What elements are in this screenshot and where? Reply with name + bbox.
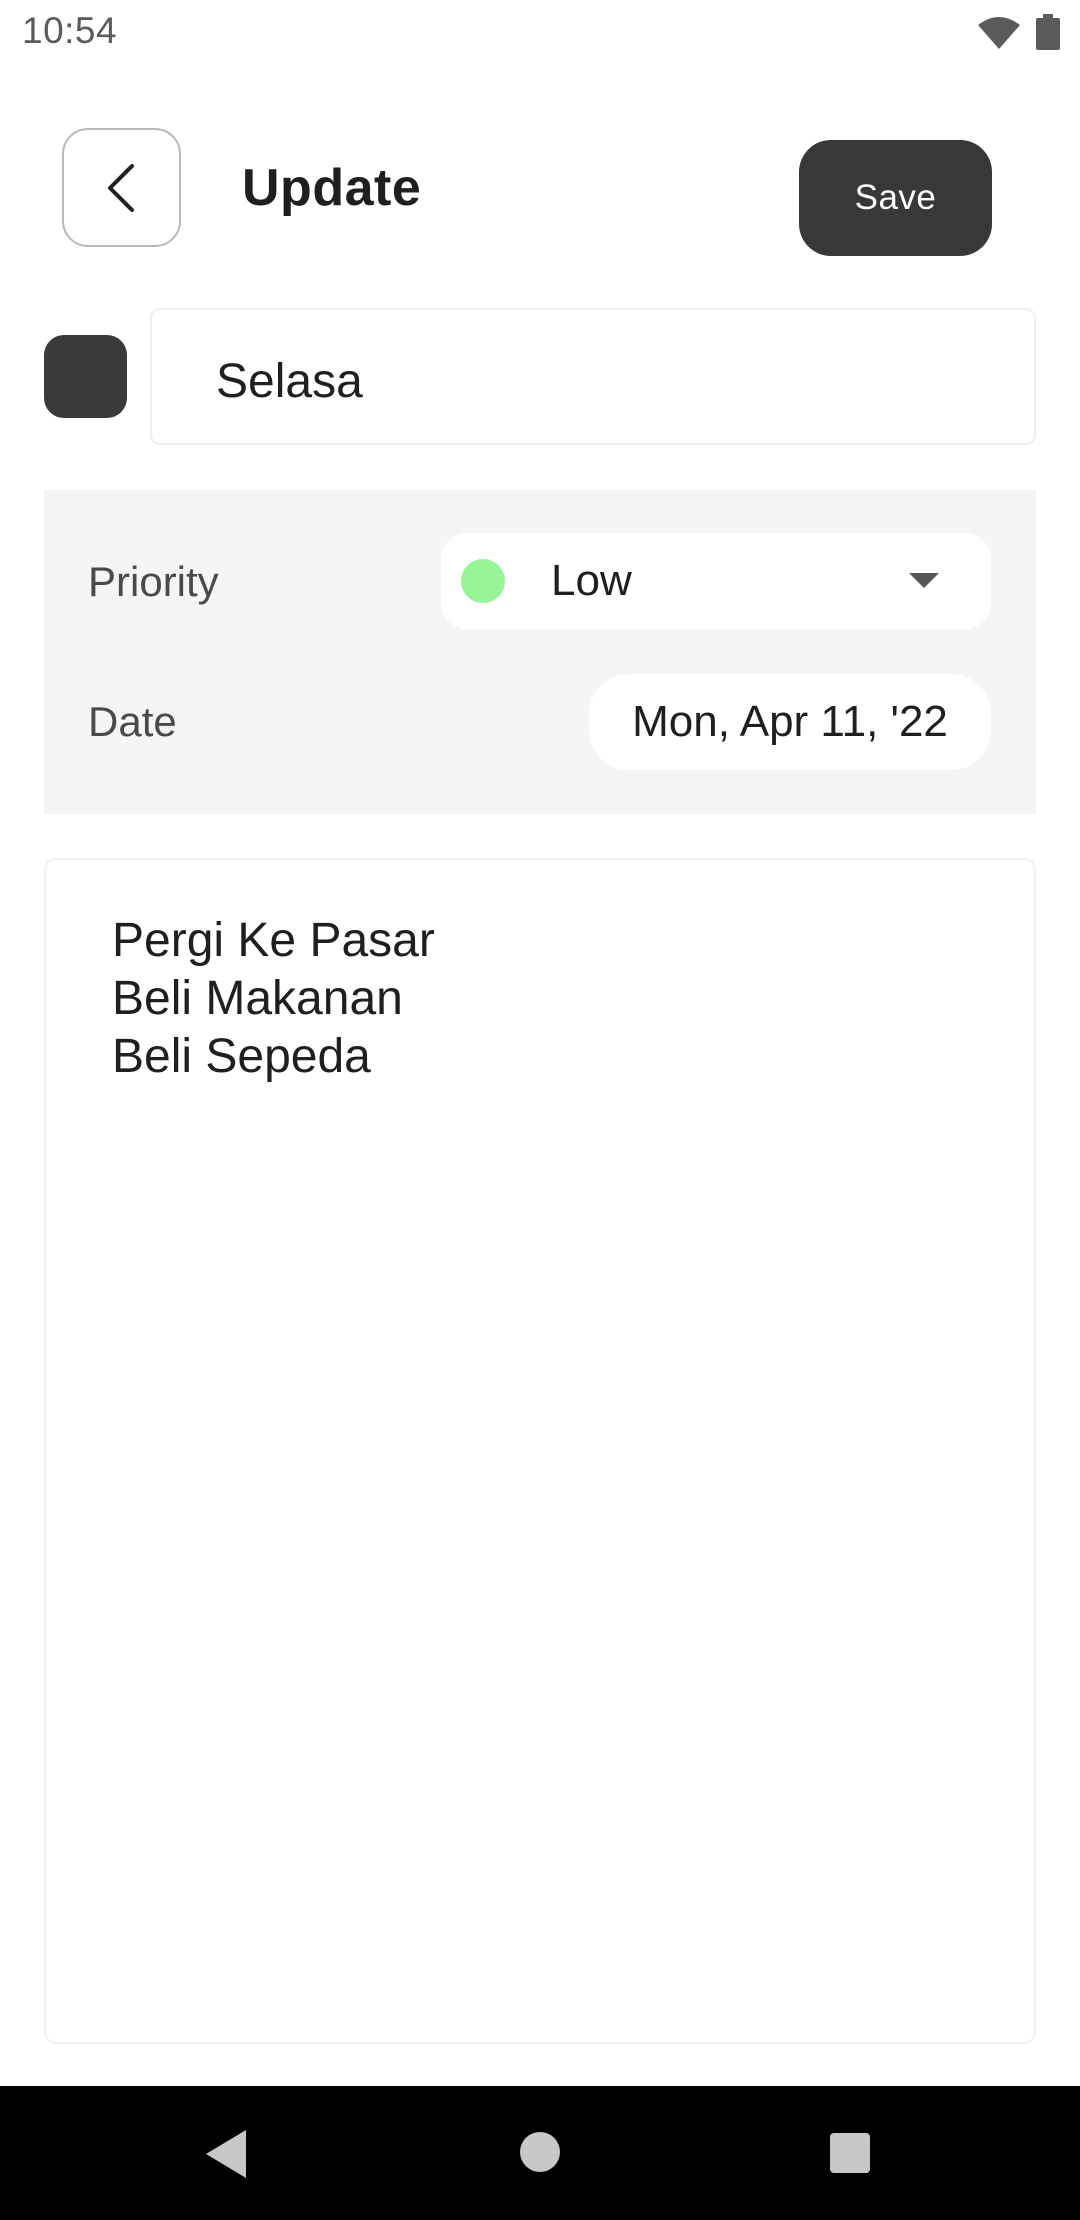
date-value: Mon, Apr 11, '22 xyxy=(632,697,948,746)
note-color-picker[interactable] xyxy=(44,335,127,418)
priority-value: Low xyxy=(551,556,632,605)
nav-home-icon[interactable] xyxy=(520,2132,560,2172)
page-title: Update xyxy=(242,159,422,217)
nav-recents-icon[interactable] xyxy=(830,2133,870,2173)
priority-dropdown[interactable]: Low xyxy=(441,533,991,629)
title-value: Selasa xyxy=(216,355,363,408)
priority-label: Priority xyxy=(88,558,219,605)
wifi-icon xyxy=(978,17,1020,49)
date-picker-button[interactable]: Mon, Apr 11, '22 xyxy=(589,674,991,770)
battery-icon xyxy=(1036,14,1060,50)
note-line: Beli Makanan xyxy=(112,972,403,1025)
nav-back-icon[interactable] xyxy=(206,2130,246,2178)
settings-panel: Priority Low Date Mon, Apr 11, '22 xyxy=(44,490,1036,814)
title-input[interactable]: Selasa xyxy=(150,308,1036,445)
chevron-left-icon xyxy=(107,163,134,212)
chevron-down-icon xyxy=(909,573,939,588)
status-bar: 10:54 xyxy=(0,0,1080,68)
note-body-text: Pergi Ke Pasar Beli Makanan Beli Sepeda xyxy=(112,912,435,1086)
note-line: Pergi Ke Pasar xyxy=(112,914,435,967)
status-time: 10:54 xyxy=(22,10,118,51)
note-line: Beli Sepeda xyxy=(112,1030,371,1083)
save-button[interactable]: Save xyxy=(799,140,992,256)
date-label: Date xyxy=(88,698,177,745)
back-button[interactable] xyxy=(62,128,181,247)
note-body-input[interactable]: Pergi Ke Pasar Beli Makanan Beli Sepeda xyxy=(44,858,1036,2044)
navigation-bar xyxy=(0,2086,1080,2220)
priority-indicator xyxy=(461,559,505,603)
